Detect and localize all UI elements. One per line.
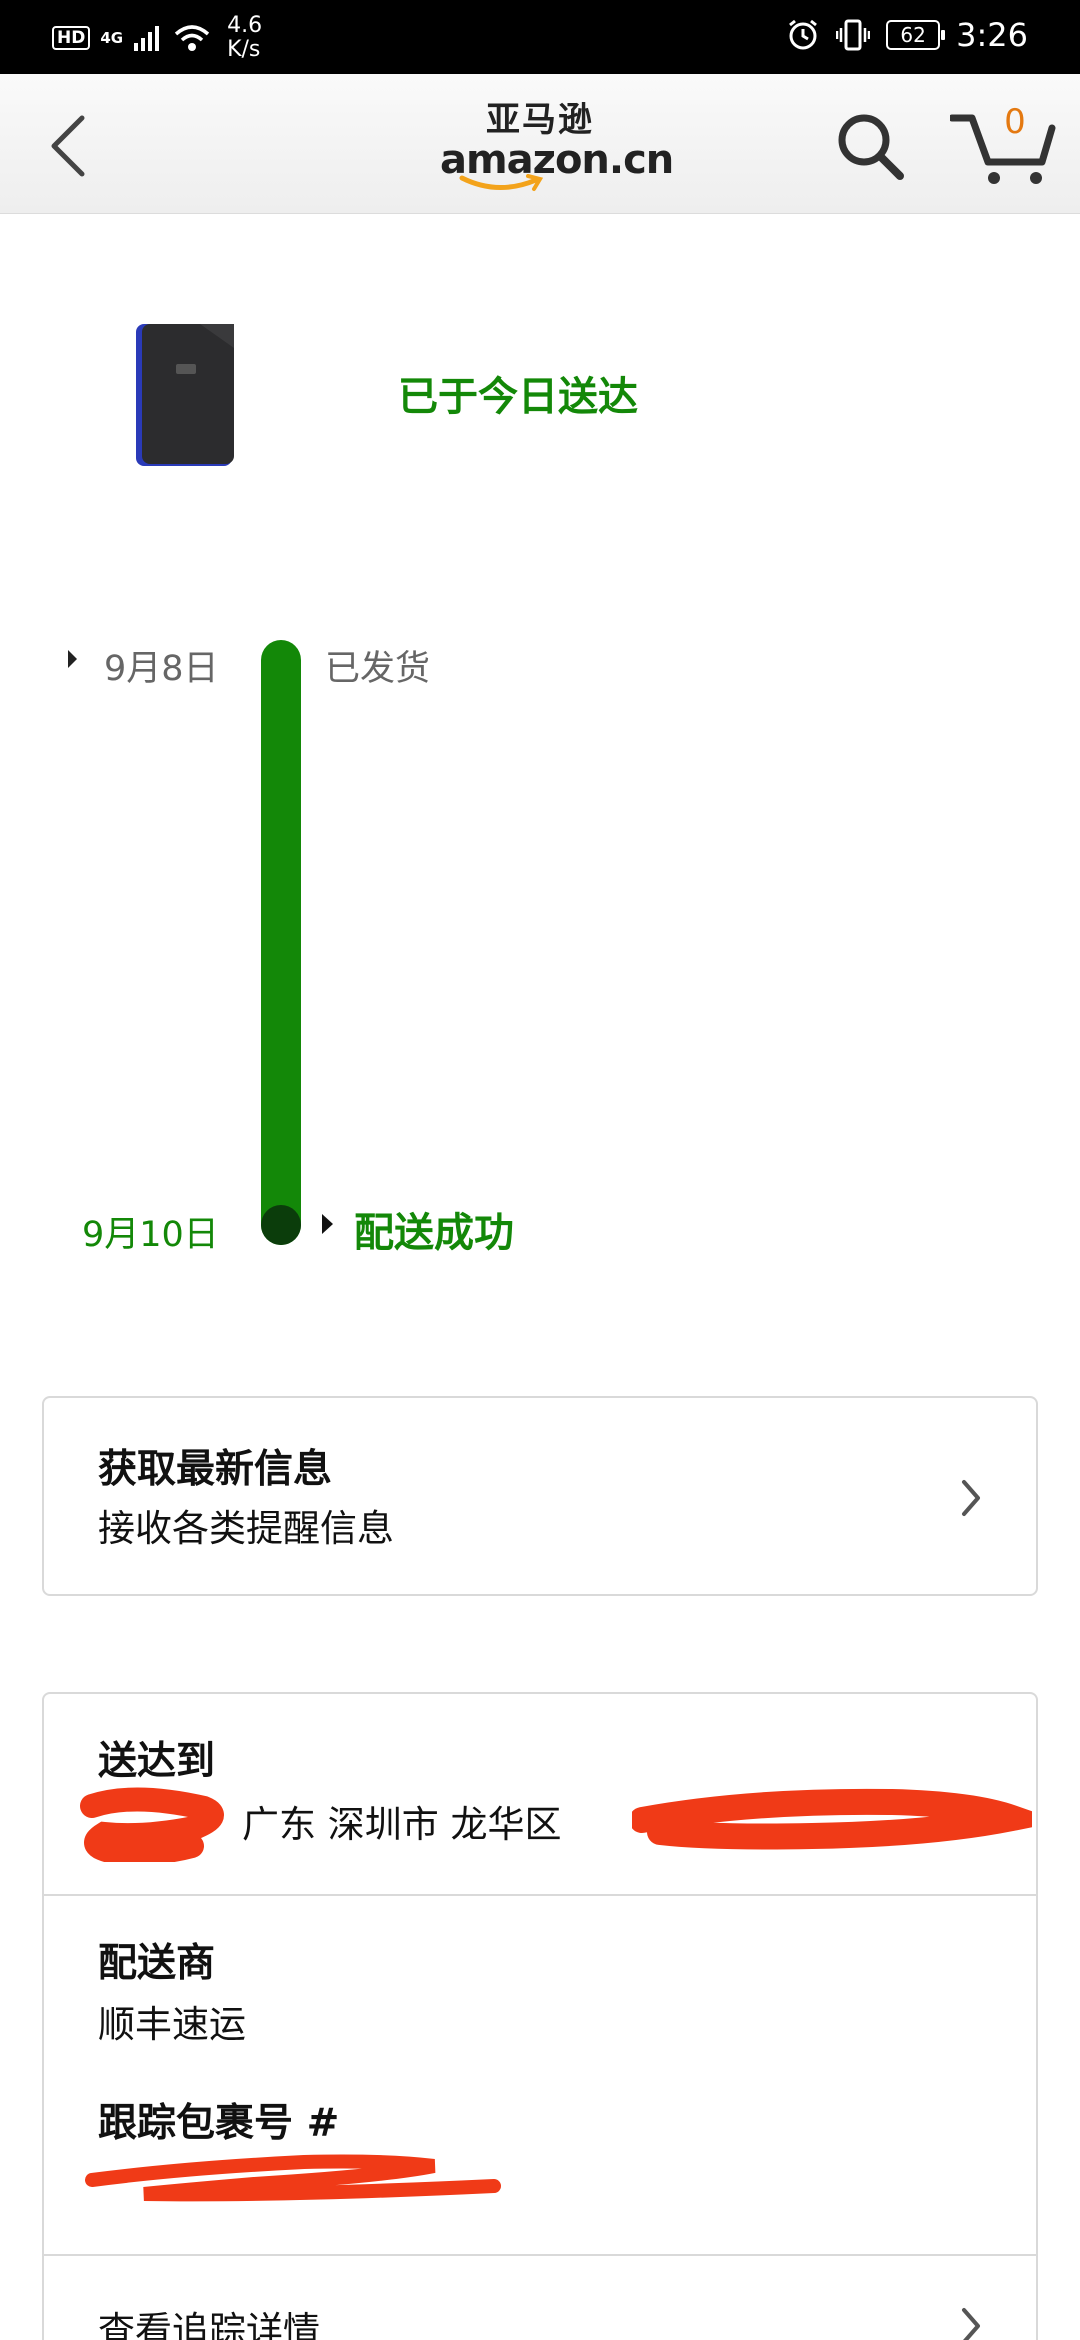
cart-count: 0 — [1004, 102, 1026, 142]
speed-value: 4.6 — [227, 13, 263, 38]
speed-unit: K/s — [227, 37, 261, 62]
hd-indicator: HD — [52, 26, 91, 50]
delivery-status-headline: 已于今日送达 — [398, 374, 638, 420]
timeline-current-dot — [261, 1205, 301, 1245]
status-bar: HD 4G 4.6 K/s 62 3:26 — [0, 0, 1080, 74]
caret-icon — [68, 650, 77, 668]
logo-smile-icon — [459, 174, 544, 191]
app-header: 亚马逊 amazon.cn 0 — [0, 74, 1080, 214]
alerts-subtitle: 接收各类提醒信息 — [98, 1507, 394, 1550]
status-bar-right: 62 3:26 — [786, 16, 1028, 54]
chevron-right-icon — [962, 2308, 980, 2340]
timeline-label: 已发货 — [325, 649, 431, 689]
battery-icon: 62 — [886, 20, 946, 50]
alerts-card[interactable]: 获取最新信息 接收各类提醒信息 — [42, 1396, 1038, 1596]
wifi-icon — [174, 25, 210, 51]
carrier-label: 配送商 — [98, 1941, 216, 1986]
vibrate-icon — [836, 19, 871, 51]
delivery-address: 广东 深圳市 龙华区 — [242, 1803, 562, 1846]
address-redaction — [80, 1787, 224, 1862]
deliver-to-section: 送达到 广东 深圳市 龙华区 — [44, 1694, 1036, 1896]
view-tracking-link[interactable]: 查看追踪详情 — [98, 2300, 320, 2340]
deliver-to-label: 送达到 — [98, 1739, 216, 1784]
network-type: 4G — [100, 29, 124, 47]
back-arrow-icon[interactable] — [40, 108, 100, 184]
amazon-logo[interactable]: 亚马逊 amazon.cn — [440, 100, 674, 196]
chevron-right-icon — [962, 1480, 980, 1516]
address-redaction — [632, 1788, 1032, 1850]
signal-icon — [134, 26, 160, 51]
carrier-name: 顺丰速运 — [98, 2003, 246, 2046]
timeline-progress-bar — [261, 640, 301, 1245]
tracking-number-label: 跟踪包裹号 # — [98, 2101, 340, 2146]
alarm-icon — [789, 19, 818, 50]
product-image[interactable] — [130, 320, 240, 470]
tracking-number-redaction — [85, 2154, 501, 2202]
alerts-title: 获取最新信息 — [98, 1447, 333, 1492]
view-tracking-row[interactable]: 查看追踪详情 — [44, 2256, 1036, 2340]
network-speed: 4.6 K/s — [227, 14, 262, 62]
search-icon[interactable] — [830, 106, 910, 186]
logo-cn-text: 亚马逊 — [486, 100, 594, 140]
timeline-date: 9月8日 — [104, 649, 219, 689]
shipping-info-card: 送达到 广东 深圳市 龙华区 配送商 顺丰速运 跟踪包裹号 # 查看追踪详情 — [42, 1692, 1038, 2340]
cart-button[interactable]: 0 — [948, 100, 1060, 190]
caret-icon — [322, 1214, 333, 1234]
timeline-label: 配送成功 — [354, 1210, 514, 1256]
clock: 3:26 — [956, 16, 1028, 54]
carrier-section: 配送商 顺丰速运 跟踪包裹号 # — [44, 1896, 1036, 2256]
status-bar-left: HD 4G 4.6 K/s — [52, 14, 262, 62]
timeline-date: 9月10日 — [82, 1215, 219, 1255]
